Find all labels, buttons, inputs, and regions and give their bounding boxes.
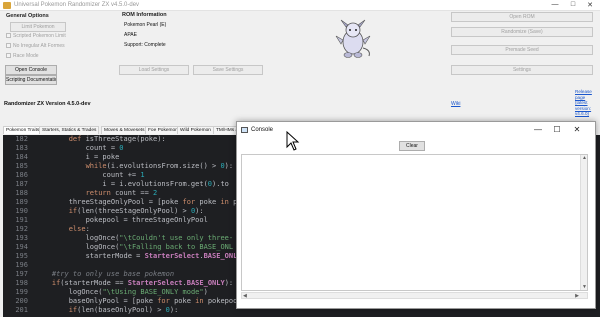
version-label: Randomizer ZX Version 4.5.0-dev: [4, 101, 91, 107]
code-text: logOnce("\tFalling back to BASE_ONL: [35, 243, 234, 251]
code-text: count = 0: [35, 144, 124, 152]
mouse-cursor-icon: [286, 131, 300, 151]
line-number: 192: [15, 225, 28, 233]
release-link-line: v4.6.0): [575, 111, 590, 117]
maximize-icon[interactable]: □: [567, 1, 579, 8]
scroll-right-icon[interactable]: ▶: [575, 293, 579, 299]
checkbox-box-icon: [6, 33, 11, 38]
main-title-bar: Universal Pokemon Randomizer ZX v4.5.0-d…: [0, 0, 600, 11]
minimize-icon[interactable]: —: [549, 1, 561, 8]
premade-seed-button[interactable]: Premade Seed: [451, 45, 593, 55]
line-number: 200: [15, 297, 28, 305]
line-number: 195: [15, 252, 28, 260]
console-vertical-scrollbar[interactable]: ▲ ▼: [580, 155, 587, 290]
tab-pokemon-traits[interactable]: Pokemon Traits: [3, 126, 43, 134]
line-number: 184: [15, 153, 28, 161]
settings-button[interactable]: Settings: [451, 65, 593, 75]
pokemon-sprite-image: [335, 19, 371, 58]
code-text: i = poke: [35, 153, 120, 161]
rom-name: Pokemon Pearl (E): [124, 22, 167, 28]
tab-starters[interactable]: Starters, Statics & Trades: [39, 126, 100, 134]
line-number: 198: [15, 279, 28, 287]
save-settings-button[interactable]: Save Settings: [193, 65, 263, 75]
line-number: 182: [15, 135, 28, 143]
line-number: 199: [15, 288, 28, 296]
limit-pokemon-button[interactable]: Limit Pokemon: [10, 22, 66, 32]
no-irregular-label: No Irregular Alt Formes: [13, 43, 65, 49]
app-icon: [3, 2, 11, 9]
console-title: Console: [251, 127, 274, 133]
line-number: 185: [15, 162, 28, 170]
code-text: #try to only use base pokemon: [35, 270, 175, 278]
scroll-down-icon[interactable]: ▼: [582, 284, 587, 290]
console-horizontal-scrollbar[interactable]: ◀ ▶: [241, 292, 588, 299]
line-number: 194: [15, 243, 28, 251]
console-output-area[interactable]: ▲ ▼: [241, 154, 588, 291]
race-mode-label: Race Mode: [13, 53, 39, 59]
load-settings-button[interactable]: Load Settings: [119, 65, 189, 75]
code-text: if(len(threeStageOnlyPool) > 0):: [68, 207, 204, 215]
release-page-link[interactable]: Release page (latest version: v4.6.0): [575, 89, 599, 117]
checkbox-box-icon: [6, 53, 11, 58]
scripted-limit-checkbox[interactable]: Scripted Pokemon Limit: [6, 33, 66, 39]
checkbox-box-icon: [6, 43, 11, 48]
code-text: logOnce("\tCouldn't use only three-: [35, 234, 234, 242]
line-number: 189: [15, 198, 28, 206]
tab-foe-pokemon[interactable]: Foe Pokemon: [145, 126, 181, 134]
scroll-up-icon[interactable]: ▲: [582, 155, 587, 161]
line-number: 188: [15, 189, 28, 197]
line-number: 187: [15, 180, 28, 188]
code-text: i = i.evolutionsFrom.get(0).to: [35, 180, 229, 188]
console-maximize-icon[interactable]: ☐: [550, 125, 564, 134]
code-text: starterMode = StarterSelect.BASE_ONL: [35, 252, 238, 260]
code-text: count += 1: [35, 171, 145, 179]
tab-moves[interactable]: Moves & Movesets: [101, 126, 148, 134]
code-text: threeStageOnlyPool = [poke for poke in p: [35, 198, 238, 206]
code-text: while(i.evolutionsFrom.size() > 0):: [85, 162, 234, 170]
line-number: 191: [15, 216, 28, 224]
randomize-save-button[interactable]: Randomize (Save): [451, 27, 593, 37]
scripted-limit-label: Scripted Pokemon Limit: [13, 33, 66, 39]
rom-info-title: ROM Information: [122, 12, 167, 18]
code-text: return count == 2: [85, 189, 158, 197]
code-text: if(len(baseOnlyPool) > 0):: [68, 306, 179, 314]
code-text: else:: [68, 225, 90, 233]
line-number: 201: [15, 306, 28, 314]
line-number: 190: [15, 207, 28, 215]
console-minimize-icon[interactable]: —: [531, 125, 545, 134]
window-title: Universal Pokemon Randomizer ZX v4.5.0-d…: [14, 2, 140, 8]
tab-wild-pokemon[interactable]: Wild Pokemon: [177, 126, 214, 134]
scripting-docs-button[interactable]: Scripting Documentation: [5, 75, 57, 85]
race-mode-checkbox[interactable]: Race Mode: [6, 53, 39, 59]
rom-support: Support: Complete: [124, 42, 166, 48]
wiki-link[interactable]: Wiki: [451, 101, 460, 107]
general-options-title: General Options: [6, 13, 49, 19]
close-icon[interactable]: ✕: [584, 1, 596, 9]
line-number: 193: [15, 234, 28, 242]
code-text: def isThreeStage(poke):: [68, 135, 166, 143]
code-text: pokepool = threeStageOnlyPool: [35, 216, 208, 224]
scroll-left-icon[interactable]: ◀: [243, 293, 247, 299]
line-number: 197: [15, 270, 28, 278]
open-rom-button[interactable]: Open ROM: [451, 12, 593, 22]
line-number: 186: [15, 171, 28, 179]
console-close-icon[interactable]: ✕: [570, 125, 584, 134]
code-text: logOnce("\tUsing BASE_ONLY mode"): [35, 288, 208, 296]
line-number: 196: [15, 261, 28, 269]
open-console-button[interactable]: Open Console: [5, 65, 57, 75]
console-window-icon: [241, 127, 248, 133]
console-clear-button[interactable]: Clear: [399, 141, 425, 151]
code-text: if(starterMode == StarterSelect.BASE_ONL…: [51, 279, 234, 287]
no-irregular-checkbox[interactable]: No Irregular Alt Formes: [6, 43, 65, 49]
line-number: 183: [15, 144, 28, 152]
rom-code: APAE: [124, 32, 137, 38]
randomizer-app: Universal Pokemon Randomizer ZX v4.5.0-d…: [0, 0, 600, 317]
